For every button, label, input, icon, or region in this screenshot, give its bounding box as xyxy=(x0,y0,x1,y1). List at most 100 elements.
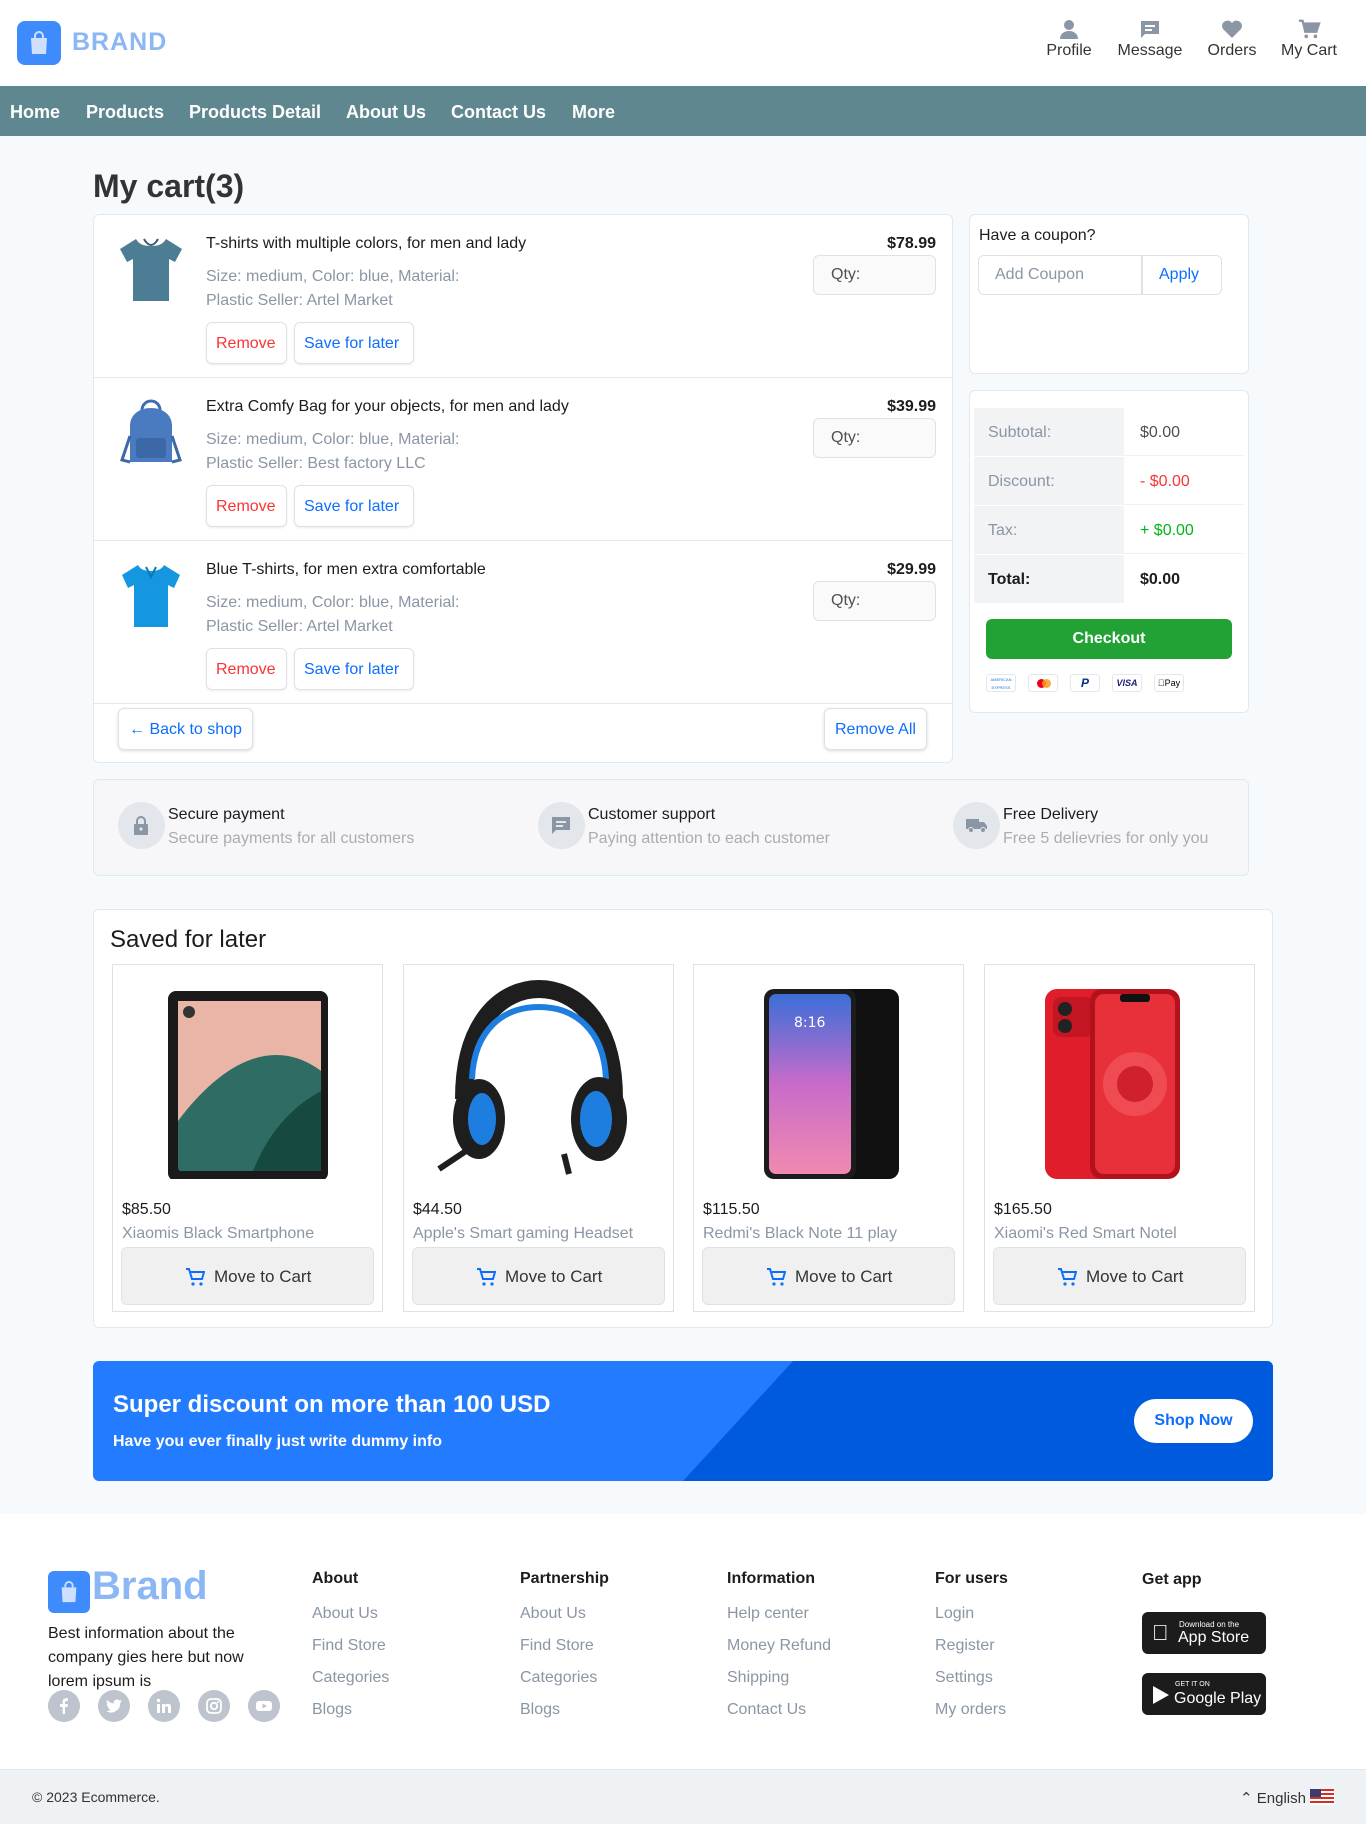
footer-link[interactable]: Settings xyxy=(935,1662,1008,1694)
checkout-button[interactable]: Checkout xyxy=(986,619,1232,659)
brand-name[interactable]: BRAND xyxy=(72,28,167,57)
footer-link[interactable]: Blogs xyxy=(520,1694,609,1726)
google-play-button[interactable]: GET IT ON Google Play xyxy=(1142,1673,1266,1715)
saved-name[interactable]: Xiaomi's Red Smart Notel xyxy=(994,1225,1177,1243)
nav-orders[interactable]: Orders xyxy=(1202,18,1262,60)
message-icon xyxy=(552,817,570,834)
qty-select[interactable]: Qty: xyxy=(813,418,936,458)
feature-title: Customer support xyxy=(588,806,716,823)
saved-name[interactable]: Xiaomis Black Smartphone xyxy=(122,1225,314,1243)
linkedin-icon[interactable] xyxy=(148,1690,180,1722)
footer-link[interactable]: About Us xyxy=(520,1598,609,1630)
item-meta-line: Plastic Seller: Artel Market xyxy=(206,618,393,635)
menu-products[interactable]: Products xyxy=(86,102,164,123)
move-to-cart-button[interactable]: Move to Cart xyxy=(121,1247,374,1305)
footer-link[interactable]: My orders xyxy=(935,1694,1008,1726)
instagram-icon[interactable] xyxy=(198,1690,230,1722)
feature-icon-circle xyxy=(118,802,165,849)
twitter-icon[interactable] xyxy=(98,1690,130,1722)
saved-name[interactable]: Apple's Smart gaming Headset xyxy=(413,1225,633,1243)
remove-button[interactable]: Remove xyxy=(206,485,287,527)
facebook-icon[interactable] xyxy=(48,1690,80,1722)
footer-col-about: About About Us Find Store Categories Blo… xyxy=(312,1570,389,1726)
save-for-later-button[interactable]: Save for later xyxy=(294,322,414,364)
saved-name[interactable]: Redmi's Black Note 11 play xyxy=(703,1225,897,1243)
menu-more[interactable]: More xyxy=(572,102,615,123)
coupon-card: Have a coupon? Add Coupon Apply xyxy=(969,214,1249,374)
shop-now-button[interactable]: Shop Now xyxy=(1134,1399,1253,1443)
move-to-cart-button[interactable]: Move to Cart xyxy=(412,1247,665,1305)
footer-link[interactable]: Contact Us xyxy=(727,1694,831,1726)
nav-message[interactable]: Message xyxy=(1112,18,1188,60)
remove-button[interactable]: Remove xyxy=(206,648,287,690)
feature-icon-circle xyxy=(538,802,585,849)
cart-icon xyxy=(186,1268,205,1286)
save-for-later-button[interactable]: Save for later xyxy=(294,648,414,690)
subtotal-row: Subtotal: $0.00 xyxy=(974,408,1244,456)
apply-coupon-button[interactable]: Apply xyxy=(1142,255,1222,295)
footer-link[interactable]: Find Store xyxy=(520,1630,609,1662)
menu-about-us[interactable]: About Us xyxy=(346,102,426,123)
google-play-small: GET IT ON xyxy=(1175,1681,1210,1688)
footer-link[interactable]: Find Store xyxy=(312,1630,389,1662)
discount-row: Discount: - $0.00 xyxy=(974,457,1244,505)
phone-time: 8:16 xyxy=(794,1015,826,1031)
cart-icon xyxy=(477,1268,496,1286)
item-name[interactable]: Extra Comfy Bag for your objects, for me… xyxy=(206,398,569,416)
remove-all-button[interactable]: Remove All xyxy=(824,708,927,750)
save-for-later-button[interactable]: Save for later xyxy=(294,485,414,527)
app-store-big: App Store xyxy=(1178,1629,1250,1646)
app-store-button[interactable]:  Download on the App Store xyxy=(1142,1612,1266,1654)
language-selector[interactable]: ⌃ English xyxy=(1240,1789,1335,1807)
footer-link[interactable]: Help center xyxy=(727,1598,831,1630)
footer-link[interactable]: Blogs xyxy=(312,1694,389,1726)
footer-col-heading: About xyxy=(312,1570,359,1587)
item-name[interactable]: Blue T-shirts, for men extra comfortable xyxy=(206,561,486,579)
google-play-big: Google Play xyxy=(1174,1690,1262,1707)
footer-desc-line: Best information about the xyxy=(48,1625,235,1642)
menu-home[interactable]: Home xyxy=(10,102,60,123)
qty-select[interactable]: Qty: xyxy=(813,255,936,295)
menu-products-detail[interactable]: Products Detail xyxy=(189,102,321,123)
youtube-icon[interactable] xyxy=(248,1690,280,1722)
footer-link[interactable]: Shipping xyxy=(727,1662,831,1694)
saved-price: $85.50 xyxy=(122,1201,171,1218)
saved-price: $115.50 xyxy=(703,1201,760,1218)
feature-desc: Secure payments for all customers xyxy=(168,830,415,847)
footer-brand[interactable]: Brand xyxy=(92,1564,208,1609)
footer-link[interactable]: Register xyxy=(935,1630,1008,1662)
discount-value: - $0.00 xyxy=(1140,473,1190,490)
nav-my-cart[interactable]: My Cart xyxy=(1276,18,1342,60)
saved-product-card[interactable]: $85.50 Xiaomis Black Smartphone Move to … xyxy=(112,964,383,1312)
cart-icon xyxy=(767,1268,786,1286)
brand-logo-icon[interactable] xyxy=(17,21,61,65)
back-to-shop-button[interactable]: ← Back to shop xyxy=(118,708,253,750)
order-summary: Subtotal: $0.00 Discount: - $0.00 Tax: +… xyxy=(969,390,1249,713)
footer-link[interactable]: Money Refund xyxy=(727,1630,831,1662)
feature-title: Secure payment xyxy=(168,806,285,823)
qty-select[interactable]: Qty: xyxy=(813,581,936,621)
paypal-icon: P xyxy=(1070,674,1100,692)
move-to-cart-button[interactable]: Move to Cart xyxy=(702,1247,955,1305)
move-to-cart-button[interactable]: Move to Cart xyxy=(993,1247,1246,1305)
saved-product-card[interactable]: $44.50 Apple's Smart gaming Headset Move… xyxy=(403,964,674,1312)
footer-link[interactable]: Categories xyxy=(520,1662,609,1694)
footer-logo-icon[interactable] xyxy=(48,1571,90,1613)
tax-value: + $0.00 xyxy=(1140,522,1194,539)
coupon-input[interactable]: Add Coupon xyxy=(978,255,1142,295)
amex-icon: AMERICAN EXPRESS xyxy=(986,674,1016,692)
saved-product-card[interactable]: $165.50 Xiaomi's Red Smart Notel Move to… xyxy=(984,964,1255,1312)
remove-button[interactable]: Remove xyxy=(206,322,287,364)
total-label: Total: xyxy=(988,571,1031,588)
tablet-image xyxy=(168,991,328,1179)
nav-profile[interactable]: Profile xyxy=(1041,18,1097,60)
feature-title: Free Delivery xyxy=(1003,806,1099,823)
item-name[interactable]: T-shirts with multiple colors, for men a… xyxy=(206,235,526,253)
footer-link[interactable]: Categories xyxy=(312,1662,389,1694)
menu-contact-us[interactable]: Contact Us xyxy=(451,102,546,123)
red-phone-image xyxy=(1045,989,1180,1179)
footer-link[interactable]: Login xyxy=(935,1598,1008,1630)
saved-product-card[interactable]: 8:16 $115.50 Redmi's Black Note 11 play … xyxy=(693,964,964,1312)
footer-link[interactable]: About Us xyxy=(312,1598,389,1630)
move-to-cart-label: Move to Cart xyxy=(1086,1267,1184,1286)
